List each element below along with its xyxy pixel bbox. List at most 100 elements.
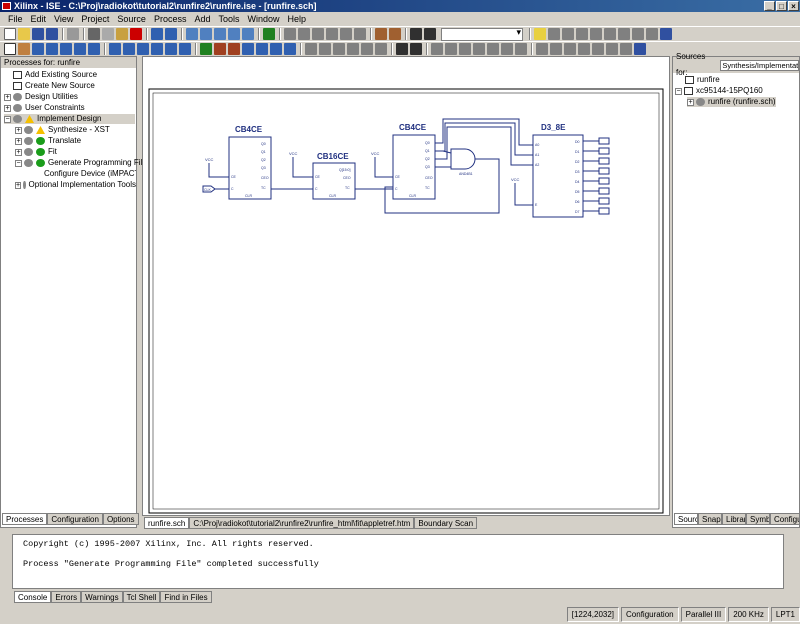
menu-tools[interactable]: Tools [214,14,243,24]
binoculars-icon[interactable] [396,43,408,55]
process-synthesize[interactable]: + Synthesize - XST [15,125,110,135]
tab-configuration[interactable]: Configuration [47,513,103,525]
menu-edit[interactable]: Edit [27,14,51,24]
process-user-constraints[interactable]: + User Constraints [4,103,85,113]
collapse-icon[interactable]: − [4,115,11,123]
maximize-button[interactable]: □ [776,1,787,11]
tab-options[interactable]: Options [102,513,139,525]
misc1-icon[interactable] [548,28,560,40]
misc7-icon[interactable] [632,28,644,40]
paste-icon[interactable] [116,28,128,40]
find-replace-icon[interactable] [410,43,422,55]
zoom-fit-icon[interactable] [319,43,331,55]
and4b1-gate[interactable] [450,148,476,170]
tb2-misc10-icon[interactable] [564,43,576,55]
tb2-misc14-icon[interactable] [620,43,632,55]
distribute-icon[interactable] [284,43,296,55]
zoom-selection-icon[interactable] [228,28,240,40]
menu-view[interactable]: View [50,14,77,24]
undo-icon[interactable] [151,28,163,40]
output-marker[interactable] [598,147,610,155]
process-generate-programming-file[interactable]: − Generate Programming File [15,158,147,168]
menu-help[interactable]: Help [284,14,311,24]
output-marker[interactable] [598,187,610,195]
output-marker[interactable] [598,157,610,165]
add-circle-icon[interactable] [123,43,135,55]
find-icon[interactable] [410,28,422,40]
menu-process[interactable]: Process [150,14,191,24]
pop-icon[interactable] [312,28,324,40]
tb2-misc4-icon[interactable] [473,43,485,55]
add-image-icon[interactable] [179,43,191,55]
output-marker[interactable] [598,197,610,205]
rotate-icon[interactable] [242,43,254,55]
cascade-icon[interactable] [354,28,366,40]
zoom-in-icon[interactable] [186,28,198,40]
add-bus-icon[interactable] [60,43,72,55]
expand-icon[interactable]: + [15,126,22,134]
copy-icon[interactable] [102,28,114,40]
find-next-icon[interactable] [424,28,436,40]
hierarchy-push-icon[interactable] [214,43,226,55]
print-icon[interactable] [67,28,79,40]
console-output[interactable]: Copyright (c) 1995-2007 Xilinx, Inc. All… [12,534,784,589]
doc-tab-appletref[interactable]: C:\Proj\radiokot\tutorial2\runfire2\runf… [189,517,415,529]
tab-processes[interactable]: Processes [2,513,48,525]
misc4-icon[interactable] [590,28,602,40]
tab-errors[interactable]: Errors [51,591,82,603]
window-icon[interactable] [340,28,352,40]
expand-icon[interactable]: + [15,181,22,189]
zoom-prev-icon[interactable] [375,43,387,55]
d3-8e-block[interactable] [532,134,584,218]
close-button[interactable]: × [788,1,799,11]
zoom-out-icon[interactable] [200,28,212,40]
select-arrow-icon[interactable] [4,43,16,55]
hierarchy-icon[interactable] [284,28,296,40]
misc3-icon[interactable] [576,28,588,40]
new-file-icon[interactable] [4,28,16,40]
menu-add[interactable]: Add [190,14,214,24]
tb2-misc9-icon[interactable] [550,43,562,55]
add-line-icon[interactable] [137,43,149,55]
misc6-icon[interactable] [618,28,630,40]
expand-icon[interactable]: + [4,104,11,112]
menu-project[interactable]: Project [77,14,113,24]
push-icon[interactable] [298,28,310,40]
context-help-icon[interactable] [634,43,646,55]
tab-configuration-right[interactable]: Configuration [770,513,800,525]
zoom-area-icon[interactable] [361,43,373,55]
tb2-misc7-icon[interactable] [515,43,527,55]
open-folder-icon[interactable] [18,28,30,40]
doc-tab-boundary-scan[interactable]: Boundary Scan [414,517,478,529]
tb2-misc8-icon[interactable] [536,43,548,55]
menu-source[interactable]: Source [113,14,150,24]
delete-icon[interactable] [130,28,142,40]
tab-snapshots[interactable]: Snapshots [698,513,722,525]
add-io-marker-icon[interactable] [74,43,86,55]
sources-for-select[interactable]: Synthesis/Implementation [720,59,799,71]
misc5-icon[interactable] [604,28,616,40]
tab-tcl-shell[interactable]: Tcl Shell [122,591,161,603]
tb2-misc12-icon[interactable] [592,43,604,55]
output-marker[interactable] [598,137,610,145]
zoom-out2-icon[interactable] [347,43,359,55]
lightbulb-icon[interactable] [534,28,546,40]
symbol-icon[interactable] [326,28,338,40]
process-create-new[interactable]: Create New Source [13,81,95,91]
tb2-misc5-icon[interactable] [487,43,499,55]
help-icon[interactable] [660,28,672,40]
menu-file[interactable]: File [4,14,27,24]
misc2-icon[interactable] [562,28,574,40]
process-fit[interactable]: + Fit [15,147,57,157]
tb2-misc13-icon[interactable] [606,43,618,55]
source-project[interactable]: runfire [685,75,720,85]
tab-warnings[interactable]: Warnings [81,591,123,603]
tb2-misc6-icon[interactable] [501,43,513,55]
tab-sources[interactable]: Sources [674,513,698,525]
tab-find-in-files[interactable]: Find in Files [160,591,212,603]
add-rect-icon[interactable] [151,43,163,55]
process-design-utilities[interactable]: + Design Utilities [4,92,78,102]
expand-icon[interactable]: + [4,93,11,101]
expand-icon[interactable]: + [687,98,694,106]
output-marker[interactable] [598,177,610,185]
